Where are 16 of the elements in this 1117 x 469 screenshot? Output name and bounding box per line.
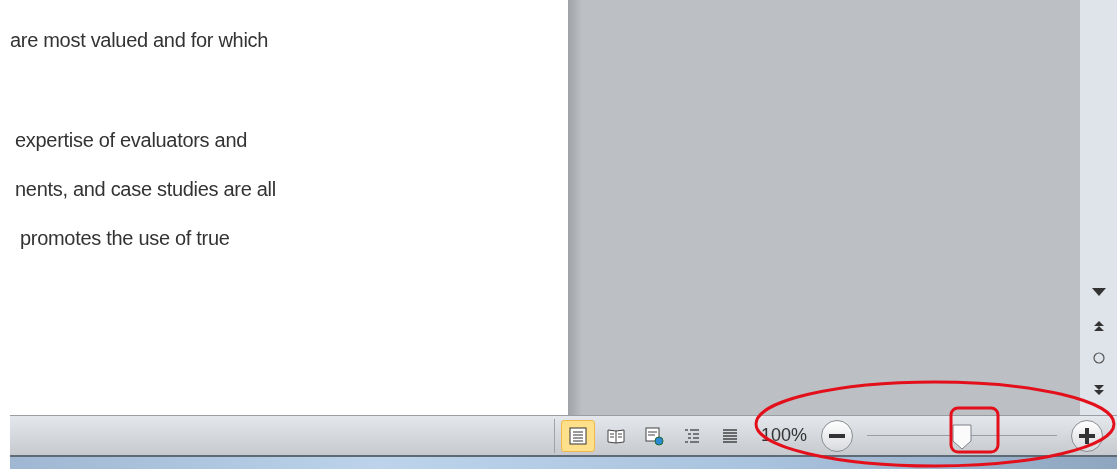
zoom-percentage[interactable]: 100%	[760, 422, 807, 449]
document-text-line: are most valued and for which	[10, 29, 269, 51]
zoom-out-button[interactable]	[821, 419, 853, 452]
print-view-button[interactable]	[560, 419, 595, 452]
zoom-in-button[interactable]	[1071, 419, 1103, 452]
web-page-icon	[643, 425, 664, 446]
annotation-rectangle	[949, 406, 1000, 454]
zoom-slider[interactable]	[867, 421, 1057, 450]
document-text-line: promotes the use of true	[20, 227, 230, 249]
minus-icon	[829, 433, 845, 438]
document-text-line: expertise of evaluators and	[15, 129, 248, 151]
plus-icon	[1079, 427, 1095, 444]
print-layout-icon	[567, 425, 588, 446]
slider-thumb[interactable]	[952, 423, 972, 450]
document-text-line: nents, and case studies are all	[15, 178, 276, 200]
select-browse-object-icon	[1090, 350, 1107, 366]
